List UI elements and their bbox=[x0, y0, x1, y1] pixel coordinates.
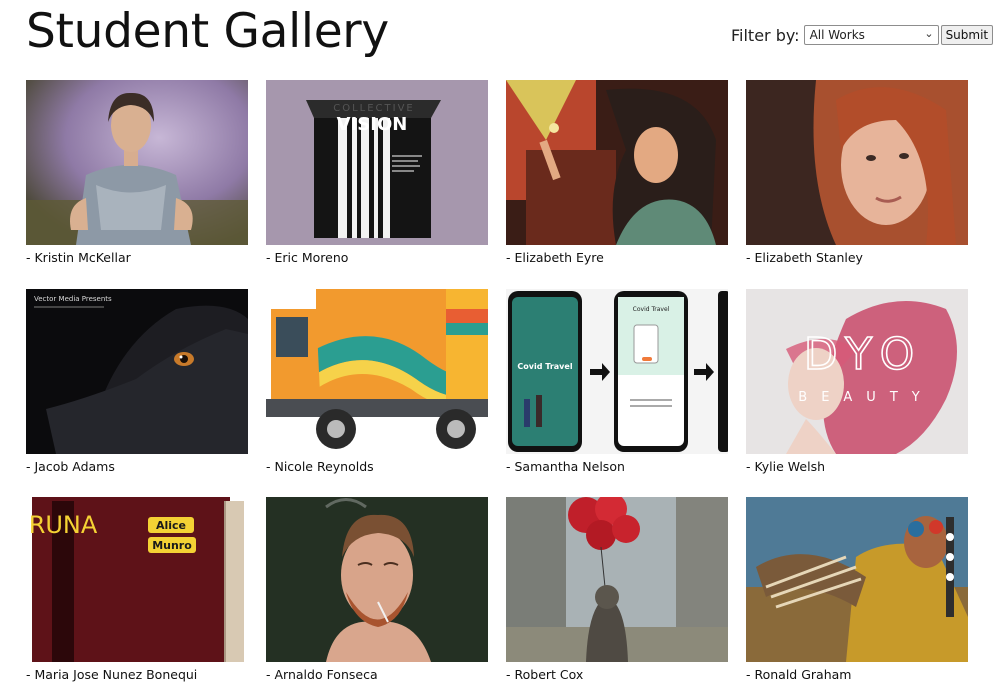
artwork-thumbnail[interactable]: DYO BEAUTY bbox=[746, 289, 968, 454]
submit-button[interactable]: Submit bbox=[940, 25, 994, 45]
artwork-thumbnail[interactable] bbox=[506, 497, 728, 662]
svg-text:BEAUTY: BEAUTY bbox=[798, 390, 933, 405]
artwork-thumbnail[interactable]: RUNA Alice Munro bbox=[26, 497, 248, 662]
chevron-down-icon: ⌄ bbox=[924, 27, 934, 40]
gallery-item[interactable]: - Nicole Reynolds bbox=[266, 289, 488, 479]
svg-text:RUNA: RUNA bbox=[29, 511, 98, 539]
gallery-item[interactable]: - Elizabeth Stanley bbox=[746, 80, 968, 270]
artwork-image: DYO BEAUTY bbox=[746, 289, 968, 454]
artwork-thumbnail[interactable] bbox=[506, 80, 728, 245]
gallery-item[interactable]: Vector Media Presents - Jacob Adams bbox=[26, 289, 248, 479]
artwork-image bbox=[746, 80, 968, 245]
artwork-image bbox=[26, 80, 248, 245]
artwork-thumbnail[interactable] bbox=[746, 80, 968, 245]
artwork-image: Covid Travel Covid Travel bbox=[506, 289, 728, 454]
artwork-thumbnail[interactable]: COLLECTIVE VISION bbox=[266, 80, 488, 245]
artist-caption: - Arnaldo Fonseca bbox=[266, 667, 378, 682]
svg-text:VISION: VISION bbox=[337, 114, 408, 135]
svg-text:Munro: Munro bbox=[152, 539, 192, 552]
artwork-image: RUNA Alice Munro bbox=[26, 497, 248, 662]
filter-select[interactable]: All Works ⌄ bbox=[803, 25, 939, 45]
artwork-thumbnail[interactable] bbox=[266, 497, 488, 662]
artwork-thumbnail[interactable]: Covid Travel Covid Travel bbox=[506, 289, 728, 454]
artist-caption: - Elizabeth Stanley bbox=[746, 250, 863, 265]
filter-bar: Filter by: All Works ⌄ Submit bbox=[731, 24, 994, 46]
artwork-thumbnail[interactable] bbox=[26, 80, 248, 245]
gallery-item[interactable]: - Arnaldo Fonseca bbox=[266, 497, 488, 687]
artwork-image bbox=[746, 497, 968, 662]
artist-caption: - Robert Cox bbox=[506, 667, 584, 682]
artwork-thumbnail[interactable] bbox=[266, 289, 488, 454]
artwork-image bbox=[506, 497, 728, 662]
svg-text:Covid Travel: Covid Travel bbox=[633, 306, 670, 313]
artist-caption: - Jacob Adams bbox=[26, 459, 115, 474]
artist-caption: - Ronald Graham bbox=[746, 667, 852, 682]
gallery-item[interactable]: - Robert Cox bbox=[506, 497, 728, 687]
gallery-item[interactable]: RUNA Alice Munro - Maria Jose Nunez Bone… bbox=[26, 497, 248, 687]
artist-caption: - Kylie Welsh bbox=[746, 459, 826, 474]
artist-caption: - Nicole Reynolds bbox=[266, 459, 374, 474]
artist-caption: - Samantha Nelson bbox=[506, 459, 625, 474]
gallery-item[interactable]: - Kristin McKellar bbox=[26, 80, 248, 270]
svg-text:Alice: Alice bbox=[156, 519, 186, 532]
artist-caption: - Elizabeth Eyre bbox=[506, 250, 604, 265]
svg-text:COLLECTIVE: COLLECTIVE bbox=[333, 103, 415, 114]
gallery-item[interactable]: Covid Travel Covid Travel - Samantha Nel… bbox=[506, 289, 728, 479]
artwork-image bbox=[266, 497, 488, 662]
artist-caption: - Eric Moreno bbox=[266, 250, 349, 265]
svg-text:Covid Travel: Covid Travel bbox=[517, 362, 572, 371]
page-title: Student Gallery bbox=[26, 4, 389, 59]
artwork-image bbox=[506, 80, 728, 245]
artwork-image bbox=[266, 289, 488, 454]
artist-caption: - Kristin McKellar bbox=[26, 250, 131, 265]
svg-text:Vector Media Presents: Vector Media Presents bbox=[34, 295, 112, 303]
artist-caption: - Maria Jose Nunez Bonequi bbox=[26, 667, 198, 682]
filter-label: Filter by: bbox=[731, 25, 800, 45]
filter-selected-value: All Works bbox=[809, 28, 865, 42]
gallery-item[interactable]: COLLECTIVE VISION - Eric Moreno bbox=[266, 80, 488, 270]
artwork-thumbnail[interactable]: Vector Media Presents bbox=[26, 289, 248, 454]
artwork-image: Vector Media Presents bbox=[26, 289, 248, 454]
gallery-item[interactable]: - Ronald Graham bbox=[746, 497, 968, 687]
gallery-item[interactable]: DYO BEAUTY - Kylie Welsh bbox=[746, 289, 968, 479]
gallery-item[interactable]: - Elizabeth Eyre bbox=[506, 80, 728, 270]
svg-text:DYO: DYO bbox=[804, 329, 925, 380]
artwork-thumbnail[interactable] bbox=[746, 497, 968, 662]
artwork-image: COLLECTIVE VISION bbox=[266, 80, 488, 245]
